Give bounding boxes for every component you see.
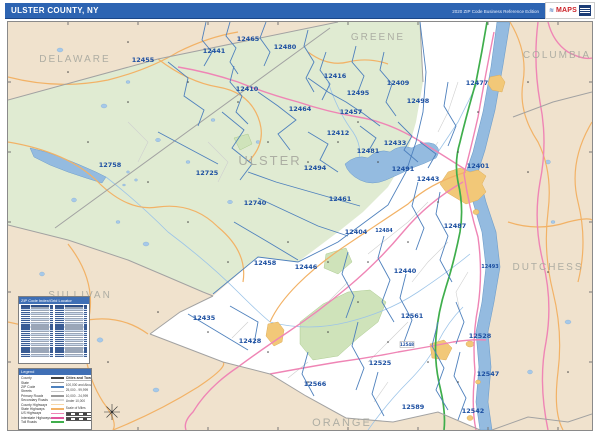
county-label-columbia: COLUMBIA xyxy=(523,50,591,61)
county-label-delaware: DELAWARE xyxy=(39,54,110,65)
zip-label-12401: 12401 xyxy=(467,162,490,170)
zip-label-12498: 12498 xyxy=(407,97,430,105)
legend-cities-title: Cities and Towns xyxy=(65,376,91,381)
header-bar: ULSTER COUNTY, NY 2020 ZIP Code Business… xyxy=(5,3,595,19)
zip-label-12725: 12725 xyxy=(196,169,219,177)
zip-label-12446: 12446 xyxy=(295,263,318,271)
logo-address-box xyxy=(579,5,592,16)
zip-label-12464: 12464 xyxy=(289,105,312,113)
zip-label-12495: 12495 xyxy=(347,89,370,97)
zip-label-12441: 12441 xyxy=(203,47,226,55)
zip-label-12484: 12484 xyxy=(375,228,393,234)
zip-label-12487: 12487 xyxy=(444,222,467,230)
zip-index-row xyxy=(21,355,53,358)
legend-item: Toll Roads xyxy=(21,420,64,424)
urban-highland xyxy=(465,340,475,348)
urban-port-ewen xyxy=(472,209,480,215)
map-frame: DELAWAREGREENECOLUMBIAULSTERSULLIVANDUTC… xyxy=(7,21,593,431)
boxed-zip-label-12548: 12548 xyxy=(400,342,414,347)
zip-label-12416: 12416 xyxy=(324,72,347,80)
legend-scale: Scale of Miles xyxy=(65,406,91,421)
scale-bar-miles xyxy=(65,411,91,416)
publisher-logo: ≋ MAPS xyxy=(545,2,595,19)
zip-label-12404: 12404 xyxy=(345,228,368,236)
zip-label-12412: 12412 xyxy=(327,129,350,137)
zip-label-12455: 12455 xyxy=(132,56,155,64)
zip-label-12525: 12525 xyxy=(369,359,392,367)
zip-label-12758: 12758 xyxy=(99,161,122,169)
legend-city-row: Under 10,000City xyxy=(65,399,86,404)
zip-label-12491: 12491 xyxy=(392,165,415,173)
boxed-zip-labels: 12548 xyxy=(399,341,415,348)
county-label-dutchess: DUTCHESS xyxy=(512,262,583,273)
zip-index-column xyxy=(55,305,87,358)
legend-city-row: 100,000 and AboveCity xyxy=(65,382,92,387)
zip-label-12547: 12547 xyxy=(477,370,500,378)
zip-label-12461: 12461 xyxy=(329,195,352,203)
zip-label-12428: 12428 xyxy=(239,337,262,345)
scale-label: Scale of Miles xyxy=(65,406,86,410)
zip-label-12566: 12566 xyxy=(304,380,327,388)
zip-label-12542: 12542 xyxy=(462,407,485,415)
legend-box: Legend County State ZIP Code Streets Primary… xyxy=(18,368,92,430)
zip-label-12443: 12443 xyxy=(417,175,440,183)
zip-label-12457: 12457 xyxy=(340,108,363,116)
urban-marlboro xyxy=(466,415,474,421)
zip-label-12465: 12465 xyxy=(237,35,260,43)
legend-city-row: 25,000 - 99,999City xyxy=(65,388,89,393)
legend-line-samples: County State ZIP Code Streets Primary Roads S… xyxy=(21,376,64,424)
zip-label-12493: 12493 xyxy=(481,264,499,270)
legend-cities-column: Cities and Towns 100,000 and AboveCity25… xyxy=(65,376,92,424)
zip-label-12435: 12435 xyxy=(193,314,216,322)
logo-text: MAPS xyxy=(556,7,578,14)
zip-label-12477: 12477 xyxy=(466,79,489,87)
zip-index-title: ZIP Code Index/Grid Locator xyxy=(19,297,89,304)
zip-label-12480: 12480 xyxy=(274,43,297,51)
zip-label-12410: 12410 xyxy=(236,85,259,93)
zip-label-12440: 12440 xyxy=(394,267,417,275)
county-map: DELAWAREGREENECOLUMBIAULSTERSULLIVANDUTC… xyxy=(8,22,592,430)
county-label-greene: GREENE xyxy=(351,32,405,43)
legend-city-row: 10,000 - 24,999City xyxy=(65,393,89,398)
scale-bar-km xyxy=(65,417,91,421)
zip-label-12740: 12740 xyxy=(244,199,267,207)
map-poster-page: ULSTER COUNTY, NY 2020 ZIP Code Business… xyxy=(0,0,600,436)
zip-index-column xyxy=(21,305,53,358)
zip-label-12458: 12458 xyxy=(254,259,277,267)
zip-label-12528: 12528 xyxy=(469,332,492,340)
county-label-orange: ORANGE xyxy=(312,417,372,429)
zip-index-box: ZIP Code Index/Grid Locator xyxy=(18,296,90,364)
zip-index-table xyxy=(19,304,89,358)
edition-label: 2020 ZIP Code Business Reference Edition xyxy=(452,9,539,14)
zip-label-12433: 12433 xyxy=(384,139,407,147)
county-label-ulster: ULSTER xyxy=(238,153,301,168)
zip-label-12409: 12409 xyxy=(387,79,410,87)
zip-label-12589: 12589 xyxy=(402,403,425,411)
zip-label-12561: 12561 xyxy=(401,312,424,320)
zip-label-12481: 12481 xyxy=(357,147,380,155)
logo-wave-icon: ≋ xyxy=(548,7,554,14)
page-title: ULSTER COUNTY, NY xyxy=(11,6,99,15)
zip-label-12494: 12494 xyxy=(304,164,327,172)
urban-milton xyxy=(475,379,481,385)
zip-index-row xyxy=(55,355,87,358)
